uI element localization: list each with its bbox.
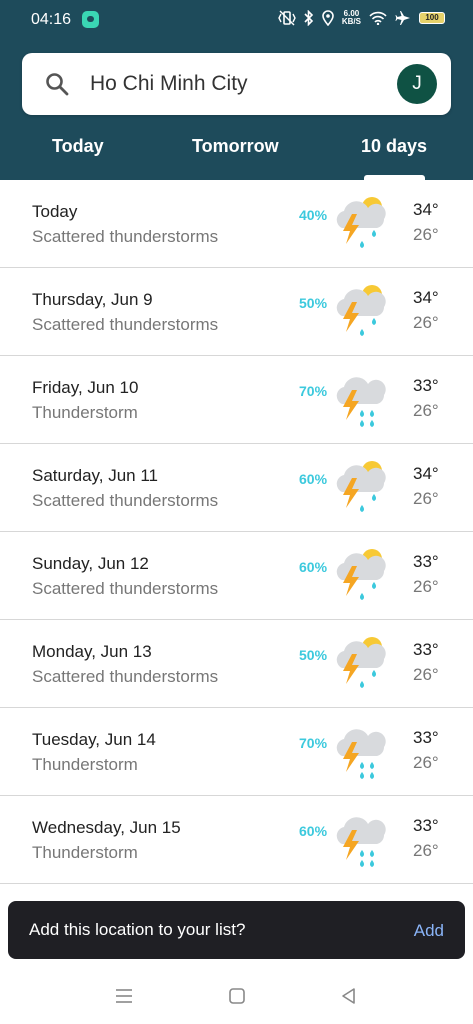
airplane-icon [395, 11, 410, 25]
search-input[interactable]: Ho Chi Minh City [90, 72, 248, 96]
scattered-thunderstorm-icon [336, 197, 386, 248]
forecast-day: Tuesday, Jun 14 [32, 730, 156, 749]
forecast-day: Sunday, Jun 12 [32, 554, 149, 573]
scattered-thunderstorm-icon [336, 285, 386, 336]
high-temperature: 34° [413, 288, 439, 307]
precipitation-chance: 50% [299, 647, 328, 663]
low-temperature: 26° [413, 753, 439, 772]
forecast-list[interactable]: Today Scattered thunderstorms 40% 34° 26° Thu… [0, 180, 473, 890]
forecast-condition: Scattered thunderstorms [32, 579, 219, 598]
low-temperature: 26° [413, 665, 439, 684]
forecast-condition: Thunderstorm [32, 403, 138, 422]
system-nav-bar [0, 964, 473, 1024]
thunderstorm-icon [336, 729, 386, 779]
bluetooth-icon [304, 10, 314, 26]
high-temperature: 33° [413, 816, 439, 835]
forecast-row[interactable]: Monday, Jun 13 Scattered thunderstorms 50%… [0, 620, 473, 708]
home-icon[interactable] [227, 986, 247, 1006]
tab-10-days[interactable]: 10 days [361, 136, 427, 157]
forecast-condition: Scattered thunderstorms [32, 315, 219, 334]
precipitation-chance: 70% [299, 735, 328, 751]
search-icon[interactable] [44, 71, 70, 97]
high-temperature: 34° [413, 200, 439, 219]
snackbar-message: Add this location to your list? [29, 920, 246, 939]
add-location-button[interactable]: Add [414, 921, 444, 941]
forecast-condition: Scattered thunderstorms [32, 227, 219, 246]
forecast-day: Monday, Jun 13 [32, 642, 152, 661]
low-temperature: 26° [413, 577, 439, 596]
tab-tomorrow[interactable]: Tomorrow [192, 136, 279, 157]
forecast-condition: Scattered thunderstorms [32, 491, 219, 510]
forecast-condition: Thunderstorm [32, 755, 138, 774]
forecast-row[interactable]: Tuesday, Jun 14 Thunderstorm 70% 33° 26° [0, 708, 473, 796]
tab-today[interactable]: Today [52, 136, 104, 157]
wifi-icon [369, 11, 387, 25]
forecast-row[interactable]: Saturday, Jun 11 Scattered thunderstorms 6… [0, 444, 473, 532]
low-temperature: 26° [413, 313, 439, 332]
scattered-thunderstorm-icon [336, 549, 386, 600]
location-icon [322, 10, 334, 26]
search-bar[interactable]: Ho Chi Minh City J [22, 53, 451, 115]
high-temperature: 33° [413, 376, 439, 395]
scattered-thunderstorm-icon [336, 637, 386, 688]
thunderstorm-icon [336, 817, 386, 867]
high-temperature: 33° [413, 728, 439, 747]
status-bar: 04:16 6.00 KB/S 100 [0, 0, 473, 40]
app-header: 04:16 6.00 KB/S 100 Ho Chi Minh City J T… [0, 0, 473, 180]
low-temperature: 26° [413, 489, 439, 508]
forecast-day: Friday, Jun 10 [32, 378, 139, 397]
recent-apps-icon[interactable] [114, 986, 134, 1006]
forecast-condition: Scattered thunderstorms [32, 667, 219, 686]
precipitation-chance: 50% [299, 295, 328, 311]
high-temperature: 34° [413, 464, 439, 483]
network-speed-unit: KB/S [341, 17, 361, 26]
vibrate-icon [278, 10, 296, 26]
forecast-condition: Thunderstorm [32, 843, 138, 862]
high-temperature: 33° [413, 552, 439, 571]
forecast-row[interactable]: Wednesday, Jun 15 Thunderstorm 60% 33° 26° [0, 796, 473, 884]
network-speed: 6.00 KB/S [342, 10, 361, 26]
precipitation-chance: 40% [299, 207, 328, 223]
precipitation-chance: 70% [299, 383, 328, 399]
precipitation-chance: 60% [299, 823, 328, 839]
precipitation-chance: 60% [299, 559, 328, 575]
status-icons: 6.00 KB/S 100 [278, 10, 445, 26]
forecast-day: Thursday, Jun 9 [32, 290, 153, 309]
battery-icon: 100 [419, 12, 445, 24]
back-icon[interactable] [339, 986, 359, 1006]
thunderstorm-icon [336, 377, 386, 427]
precipitation-chance: 60% [299, 471, 328, 487]
low-temperature: 26° [413, 841, 439, 860]
status-time: 04:16 [31, 11, 72, 28]
avatar[interactable]: J [397, 64, 437, 104]
forecast-day: Today [32, 202, 78, 221]
low-temperature: 26° [413, 225, 439, 244]
low-temperature: 26° [413, 401, 439, 420]
forecast-row[interactable]: Friday, Jun 10 Thunderstorm 70% 33° 26° [0, 356, 473, 444]
chat-bubble-icon [82, 11, 99, 28]
add-location-snackbar: Add this location to your list? Add [8, 901, 465, 959]
forecast-row[interactable]: Sunday, Jun 12 Scattered thunderstorms 60%… [0, 532, 473, 620]
tab-bar: Today Tomorrow 10 days [0, 126, 473, 180]
scattered-thunderstorm-icon [336, 461, 386, 512]
forecast-row[interactable]: Today Scattered thunderstorms 40% 34° 26° [0, 180, 473, 268]
forecast-row[interactable]: Thursday, Jun 9 Scattered thunderstorms 50… [0, 268, 473, 356]
high-temperature: 33° [413, 640, 439, 659]
forecast-day: Wednesday, Jun 15 [32, 818, 181, 837]
forecast-day: Saturday, Jun 11 [32, 466, 159, 485]
